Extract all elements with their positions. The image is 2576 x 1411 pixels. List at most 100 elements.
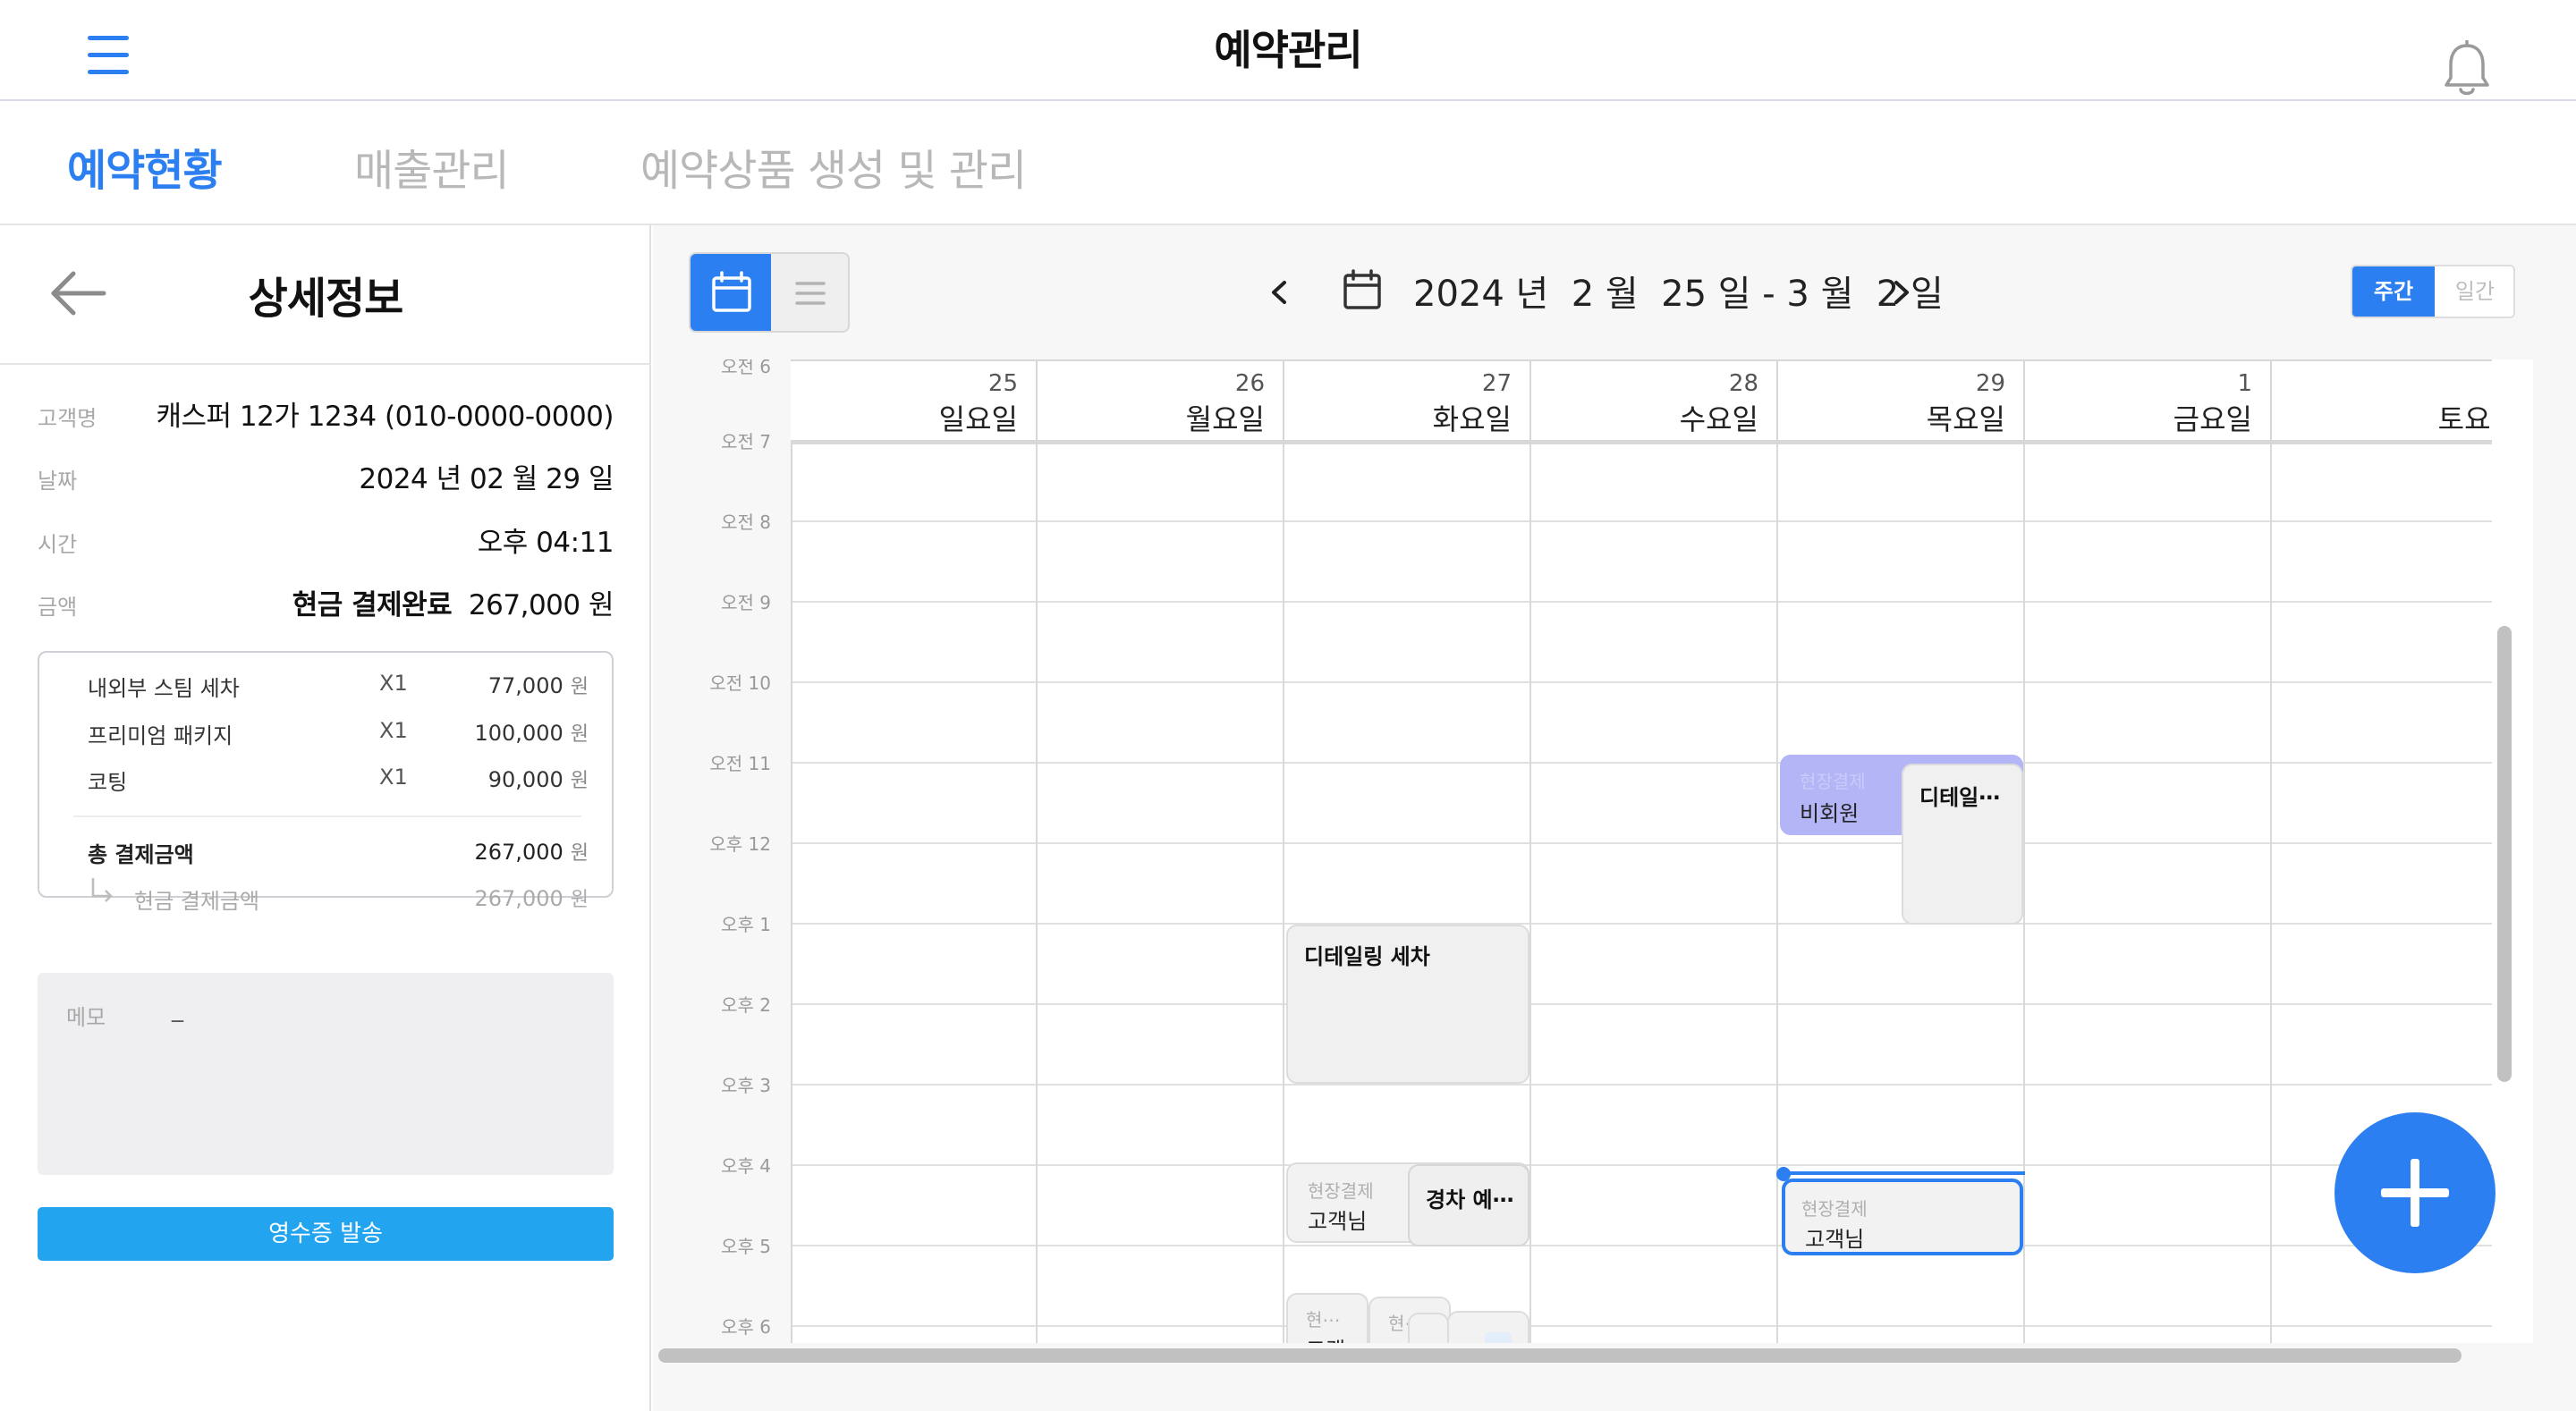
top-bar: 예약관리 xyxy=(0,0,2576,101)
calendar-icon xyxy=(712,271,751,312)
event-payment-label: 현장결제 xyxy=(1801,1198,1868,1220)
item-qty: X1 xyxy=(379,718,408,743)
day-weekday: 수요일 xyxy=(1679,402,1758,436)
day-weekday: 토요일 xyxy=(2437,402,2492,436)
date-label: 날짜 xyxy=(38,469,78,494)
add-reservation-button[interactable] xyxy=(2334,1112,2496,1273)
time-label: 오후 6 xyxy=(721,1316,771,1338)
amount-value: 현금 결제완료 267,000 원 xyxy=(292,582,614,622)
item-price: 100,000 원 xyxy=(474,721,589,746)
tab-reservation-status[interactable]: 예약현황 xyxy=(67,135,223,198)
hour-line xyxy=(791,1164,2492,1166)
hour-line xyxy=(791,923,2492,925)
event-card[interactable] xyxy=(1408,1313,1449,1343)
day-line xyxy=(1776,442,1778,1343)
send-receipt-button[interactable]: 영수증 발송 xyxy=(38,1207,614,1261)
grid-border xyxy=(791,359,792,1343)
day-weekday: 화요일 xyxy=(1432,402,1512,436)
date-picker-calendar-icon[interactable] xyxy=(1342,268,1383,311)
horizontal-scrollbar[interactable] xyxy=(658,1348,2462,1363)
time-label: 오후 5 xyxy=(721,1236,771,1257)
amount-row: 금액 현금 결제완료 267,000 원 xyxy=(38,579,614,623)
event-card[interactable]: 디테일링 세차 xyxy=(1286,925,1530,1084)
detail-panel: 상세정보 고객명 캐스퍼 12가 1234 (010-0000-0000) 날짜… xyxy=(0,225,651,1411)
week-day-toggle: 주간 일간 xyxy=(2351,265,2515,318)
day-date: 25 xyxy=(987,370,1018,397)
selected-event-card[interactable]: 현장결제 고객님 xyxy=(1782,1179,2023,1255)
main-tabs: 예약현황 매출관리 예약상품 생성 및 관리 xyxy=(0,101,2576,225)
day-line xyxy=(1283,442,1284,1343)
memo-box: 메모 _ xyxy=(38,973,614,1175)
day-header-tue[interactable]: 27 화요일 xyxy=(1284,359,1531,442)
day-header-wed[interactable]: 28 수요일 xyxy=(1531,359,1778,442)
time-label: 오전 6 xyxy=(721,359,771,377)
event-customer-name: 고객 xyxy=(1306,1332,1345,1343)
previous-week-chevron-icon[interactable] xyxy=(1261,270,1297,315)
day-date: 27 xyxy=(1481,370,1512,397)
order-items-box: 내외부 스팀 세차 X1 77,000 원 프리미엄 패키지 X1 100,000… xyxy=(38,651,614,914)
tab-sales-management[interactable]: 매출관리 xyxy=(354,135,510,198)
day-date: 29 xyxy=(1975,370,2005,397)
event-card[interactable]: 경차 예⋯ xyxy=(1408,1164,1530,1246)
day-line xyxy=(2023,442,2025,1343)
item-price: 77,000 원 xyxy=(487,673,589,698)
amount-label: 금액 xyxy=(38,595,78,620)
event-title: 경차 예⋯ xyxy=(1426,1187,1514,1212)
bell-icon[interactable] xyxy=(2442,40,2492,99)
memo-value: _ xyxy=(172,996,183,1023)
event-card[interactable]: 현⋯ 고객 xyxy=(1286,1293,1368,1343)
memo-label: 메모 xyxy=(66,1005,106,1030)
header-divider xyxy=(791,440,2492,444)
next-week-chevron-icon[interactable] xyxy=(1884,270,1919,315)
calendar-view-button[interactable] xyxy=(691,254,771,331)
day-header-sun[interactable]: 25 일요일 xyxy=(791,359,1038,442)
time-label: 오후 3 xyxy=(721,1075,771,1096)
divider xyxy=(73,815,581,817)
event-customer-name: 고객님 xyxy=(1805,1227,1865,1252)
time-value: 오후 04:11 xyxy=(477,527,614,559)
order-item: 내외부 스팀 세차 X1 77,000 원 xyxy=(88,671,589,706)
hour-line xyxy=(791,1003,2492,1005)
tab-product-management[interactable]: 예약상품 생성 및 관리 xyxy=(640,135,1027,198)
payment-status: 현금 결제완료 xyxy=(292,589,453,621)
date-value: 2024 년 02 월 29 일 xyxy=(359,463,614,495)
item-qty: X1 xyxy=(379,765,408,790)
time-label: 시간 xyxy=(38,532,78,557)
list-view-button[interactable] xyxy=(771,254,848,331)
hour-line xyxy=(791,1084,2492,1086)
calendar-panel: 2024 년 2 월 25 일 - 3 월 2 일 주간 일간 오전 6 오전 … xyxy=(653,225,2576,1411)
day-header-sat[interactable]: 2 토요일 xyxy=(2272,359,2492,442)
day-mode-button[interactable]: 일간 xyxy=(2435,266,2513,317)
event-title: 디테일⋯ xyxy=(1919,785,2001,810)
event-card[interactable] xyxy=(1447,1311,1530,1343)
event-payment-label: 현장결제 xyxy=(1800,771,1866,792)
week-calendar: 오전 6 오전 7 오전 8 오전 9 오전 10 오전 11 오후 12 오후… xyxy=(689,359,2533,1343)
day-line xyxy=(1036,442,1038,1343)
vertical-scrollbar[interactable] xyxy=(2497,626,2512,1082)
day-header-thu[interactable]: 29 목요일 xyxy=(1778,359,2025,442)
event-customer-name: 고객님 xyxy=(1308,1209,1368,1234)
order-item: 프리미엄 패키지 X1 100,000 원 xyxy=(88,718,589,754)
view-toggle xyxy=(689,252,850,333)
day-weekday: 금요일 xyxy=(2173,402,2252,436)
day-weekday: 월요일 xyxy=(1185,402,1265,436)
item-name: 프리미엄 패키지 xyxy=(88,723,233,748)
week-mode-button[interactable]: 주간 xyxy=(2352,266,2435,317)
customer-label: 고객명 xyxy=(38,406,97,431)
date-range-label: 2024 년 2 월 25 일 - 3 월 2 일 xyxy=(1413,274,1944,315)
time-label: 오전 11 xyxy=(709,753,771,774)
date-row: 날짜 2024 년 02 월 29 일 xyxy=(38,452,614,497)
list-icon xyxy=(795,282,826,305)
event-title: 디테일링 세차 xyxy=(1304,944,1430,969)
event-payment-label: 현장결제 xyxy=(1308,1180,1374,1202)
day-header-fri[interactable]: 1 금요일 xyxy=(2025,359,2272,442)
customer-row: 고객명 캐스퍼 12가 1234 (010-0000-0000) xyxy=(38,390,614,435)
day-line xyxy=(2270,442,2272,1343)
event-card[interactable]: 디테일⋯ xyxy=(1902,764,2023,925)
cash-total-label: 현금 결제금액 xyxy=(134,889,260,914)
time-label: 오후 1 xyxy=(721,914,771,935)
event-payment-label: 현⋯ xyxy=(1306,1309,1341,1331)
day-header-mon[interactable]: 26 월요일 xyxy=(1038,359,1284,442)
cash-total-price: 267,000 원 xyxy=(474,886,589,911)
day-weekday: 목요일 xyxy=(1926,402,2005,436)
